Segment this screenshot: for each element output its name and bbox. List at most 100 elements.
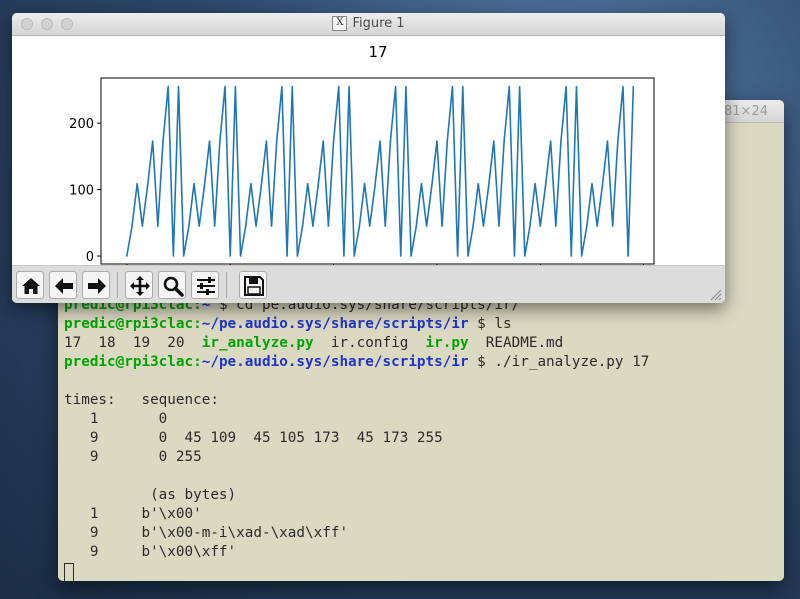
data-point [389, 140, 392, 142]
pan-button[interactable] [125, 271, 153, 299]
data-point [482, 225, 485, 227]
data-point [430, 185, 433, 188]
data-point [146, 185, 149, 188]
data-point [162, 140, 164, 142]
data-point [322, 140, 325, 142]
data-point [611, 225, 614, 227]
data-point [141, 225, 144, 227]
data-point [410, 255, 412, 257]
arrow-left-icon [55, 278, 73, 294]
data-point [570, 255, 573, 257]
data-point [296, 255, 299, 257]
data-point [379, 140, 381, 142]
data-point [436, 140, 438, 142]
zoom-button[interactable] [158, 271, 186, 299]
data-point [219, 140, 221, 142]
terminal-line: 9 0 255 [64, 448, 784, 467]
prompt-path: ~/pe.audio.sys/share/scripts/ir [201, 354, 469, 370]
data-point [270, 225, 273, 227]
data-point [244, 225, 247, 227]
data-point [534, 182, 536, 185]
data-point [565, 85, 567, 88]
data-point [425, 225, 428, 227]
configure-subplots-button[interactable] [191, 271, 219, 299]
terminal-line: times: sequence: [64, 391, 784, 410]
matplotlib-toolbar [12, 265, 725, 303]
command-text: $ ls [468, 316, 512, 332]
data-point [622, 85, 624, 88]
data-point [498, 225, 500, 227]
output-text: 9 0 255 [64, 449, 202, 465]
data-point [182, 255, 185, 257]
data-point [136, 182, 138, 185]
data-point [301, 225, 304, 227]
back-button[interactable] [49, 271, 77, 299]
data-point [441, 225, 443, 227]
save-button[interactable] [239, 271, 267, 299]
terminal-cursor [64, 563, 74, 581]
data-point [363, 182, 366, 185]
data-point [337, 85, 340, 88]
data-point [461, 85, 464, 88]
data-point [575, 85, 578, 88]
command-text: $ ./ir_analyze.py 17 [468, 354, 650, 370]
data-point [343, 255, 345, 257]
data-point [596, 225, 598, 227]
data-point [353, 255, 356, 257]
data-point [539, 225, 542, 227]
data-point [477, 182, 480, 185]
data-point [275, 140, 278, 142]
ls-output: README.md [468, 335, 564, 351]
data-point [580, 255, 583, 257]
data-point [374, 185, 376, 188]
data-point [415, 225, 418, 227]
data-point [446, 140, 449, 142]
data-point [467, 255, 469, 257]
terminal-output[interactable]: predic@rpi3clac:~ $ cd pe.audio.sys/shar… [64, 296, 784, 581]
forward-button[interactable] [82, 271, 110, 299]
terminal-line: 17 18 19 20 ir_analyze.py ir.config ir.p… [64, 334, 784, 353]
data-point [420, 182, 423, 185]
data-point [627, 255, 629, 257]
data-point [487, 185, 490, 188]
output-text: times: sequence: [64, 392, 219, 408]
line-chart[interactable]: 17 0204060801000100200 [12, 36, 725, 265]
x11-app-icon: X [332, 16, 348, 31]
data-point [151, 140, 154, 142]
data-point [224, 85, 226, 88]
figure-titlebar[interactable]: X Figure 1 [12, 13, 725, 36]
data-point [131, 225, 133, 227]
figure-window[interactable]: X Figure 1 17 0204060801000100200 [12, 13, 725, 303]
data-point [239, 255, 242, 257]
data-point [281, 85, 283, 88]
data-point [591, 182, 593, 185]
data-point [555, 225, 557, 227]
data-point [508, 85, 511, 88]
data-point [327, 225, 330, 227]
toolbar-divider [117, 272, 118, 298]
prompt-path: ~/pe.audio.sys/share/scripts/ir [201, 316, 469, 332]
output-text: 9 b'\x00\xff' [64, 544, 237, 560]
y-tick-label: 200 [69, 117, 94, 132]
data-point [529, 225, 531, 227]
floppy-disk-icon [244, 276, 264, 296]
data-point [544, 185, 547, 188]
terminal-line: 1 b'\x00' [64, 505, 784, 524]
terminal-line: 9 b'\x00\xff' [64, 543, 784, 562]
data-point [260, 185, 263, 188]
home-button[interactable] [16, 271, 44, 299]
chart-title: 17 [368, 43, 387, 61]
move-icon [130, 276, 150, 296]
prompt-user: predic@rpi3clac [64, 316, 194, 332]
data-point [177, 85, 180, 88]
terminal-line: (as bytes) [64, 486, 784, 505]
window-title-text: Figure 1 [352, 16, 405, 31]
data-point [250, 182, 252, 185]
data-point [234, 85, 237, 88]
resize-grip-icon[interactable] [708, 287, 722, 301]
data-point [332, 140, 335, 142]
data-point [203, 185, 206, 188]
data-point [549, 140, 552, 142]
data-point [358, 225, 361, 227]
